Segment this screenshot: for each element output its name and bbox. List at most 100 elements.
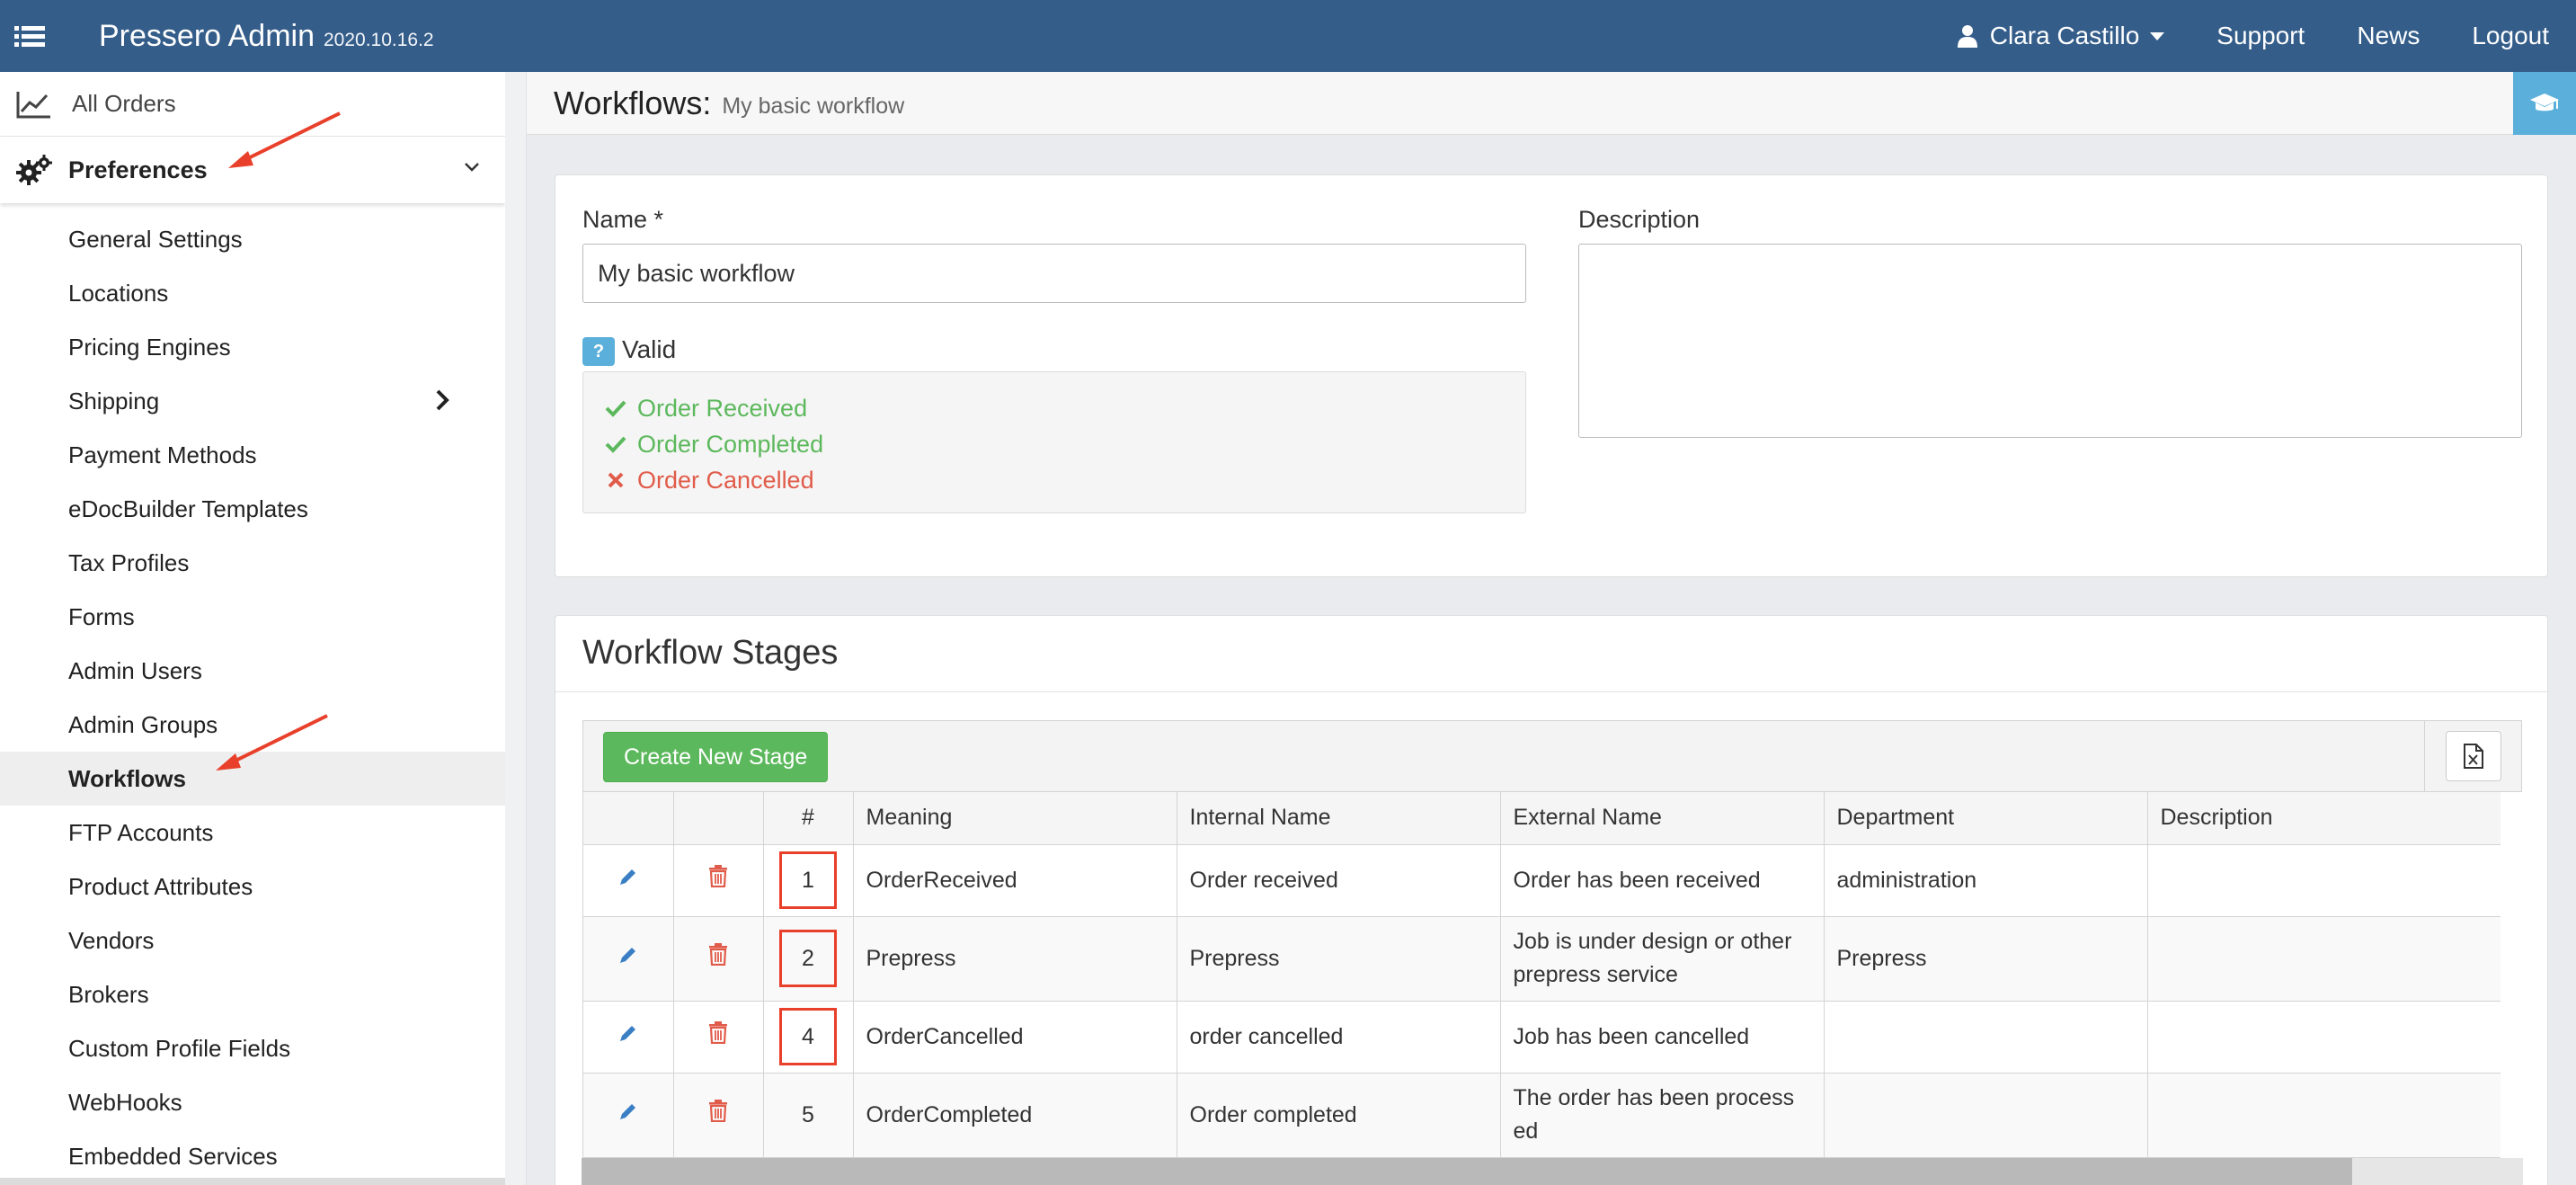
stage-description: [2147, 1073, 2500, 1158]
export-wrap: [2424, 721, 2521, 791]
stage-department: [1824, 1073, 2148, 1158]
caret-down-icon: [2150, 31, 2165, 40]
description-label: Description: [1578, 206, 1701, 233]
col-internal-name[interactable]: Internal Name: [1177, 792, 1501, 845]
preferences-submenu: General Settings Locations Pricing Engin…: [0, 203, 505, 1183]
delete-button[interactable]: [673, 1001, 764, 1074]
stage-number: 5: [802, 1101, 814, 1127]
line-chart-icon: [16, 91, 50, 118]
table-row: 5 OrderCompleted Order completed The ord…: [583, 1073, 2500, 1158]
sidebar-item-all-orders[interactable]: All Orders: [0, 72, 505, 137]
edit-button[interactable]: [583, 844, 674, 917]
page-header: Workflows: My basic workflow: [527, 72, 2576, 135]
valid-help-badge[interactable]: ?: [582, 337, 615, 366]
sidebar-gutter: [505, 72, 527, 1185]
support-link[interactable]: Support: [2216, 22, 2305, 50]
stages-toolbar: Create New Stage: [582, 720, 2522, 792]
validation-checklist: Order Received Order Completed Order Can…: [582, 371, 1526, 513]
user-icon: [1957, 25, 1977, 48]
col-num[interactable]: #: [763, 792, 854, 845]
col-description[interactable]: Description: [2147, 792, 2500, 845]
help-button[interactable]: [2513, 72, 2576, 135]
table-horizontal-scrollbar[interactable]: [582, 1158, 2523, 1185]
table-row: 2 Prepress Prepress Job is under design …: [583, 916, 2500, 1002]
user-name: Clara Castillo: [1989, 22, 2140, 49]
stage-description: [2147, 916, 2500, 1002]
export-excel-button[interactable]: [2445, 731, 2501, 781]
sidebar-item-edocbuilder-templates[interactable]: eDocBuilder Templates: [0, 482, 505, 536]
stage-number: 4: [779, 1008, 837, 1065]
check-label: Order Cancelled: [637, 466, 814, 494]
edit-button[interactable]: [583, 1073, 674, 1158]
name-input[interactable]: My basic workflow: [582, 244, 1526, 303]
graduation-cap-icon: [2530, 94, 2559, 111]
trash-icon: [709, 1099, 727, 1122]
sidebar-item-ftp-accounts[interactable]: FTP Accounts: [0, 806, 505, 860]
name-label: Name *: [582, 206, 664, 233]
stage-department: [1824, 1001, 2148, 1074]
create-new-stage-button[interactable]: Create New Stage: [603, 732, 829, 782]
stage-meaning: OrderCompleted: [853, 1073, 1177, 1158]
stage-external-name: Job has been cancelled: [1500, 1001, 1825, 1074]
sidebar-item-label: Shipping: [68, 387, 160, 414]
check-order-cancelled: Order Cancelled: [605, 462, 1525, 498]
stage-department: Prepress: [1824, 916, 2148, 1002]
table-row: 1 OrderReceived Order received Order has…: [583, 844, 2500, 917]
sidebar-item-custom-profile-fields[interactable]: Custom Profile Fields: [0, 1021, 505, 1075]
check-icon: [605, 400, 626, 417]
col-department[interactable]: Department: [1824, 792, 2148, 845]
logout-link[interactable]: Logout: [2472, 22, 2549, 50]
stages-title: Workflow Stages: [582, 634, 839, 672]
sidebar-item-vendors[interactable]: Vendors: [0, 913, 505, 967]
page-subtitle: My basic workflow: [722, 94, 905, 119]
delete-button[interactable]: [673, 1073, 764, 1158]
delete-button[interactable]: [673, 916, 764, 1002]
app-version: 2020.10.16.2: [324, 29, 434, 50]
stages-table: # Meaning Internal Name External Name De…: [583, 792, 2500, 1158]
sidebar-item-admin-groups[interactable]: Admin Groups: [0, 698, 505, 752]
sidebar-section-preferences[interactable]: Preferences: [0, 137, 505, 203]
stage-internal-name: Order received: [1177, 844, 1501, 917]
stage-number: 2: [779, 930, 837, 987]
sidebar-item-forms[interactable]: Forms: [0, 590, 505, 644]
sidebar-item-locations[interactable]: Locations: [0, 266, 505, 320]
sidebar-item-tax-profiles[interactable]: Tax Profiles: [0, 536, 505, 590]
brand[interactable]: Pressero Admin 2020.10.16.2: [99, 19, 434, 54]
col-meaning[interactable]: Meaning: [853, 792, 1177, 845]
sidebar-item-brokers[interactable]: Brokers: [0, 967, 505, 1021]
trash-icon: [709, 864, 727, 887]
news-link[interactable]: News: [2357, 22, 2420, 50]
stage-number: 1: [779, 851, 837, 909]
col-external-name[interactable]: External Name: [1500, 792, 1825, 845]
app-name: Pressero Admin: [99, 18, 315, 53]
pencil-icon: [619, 1025, 635, 1041]
sidebar-item-workflows[interactable]: Workflows: [0, 752, 505, 806]
scrollbar-thumb[interactable]: [582, 1158, 2352, 1185]
delete-button[interactable]: [673, 844, 764, 917]
edit-button[interactable]: [583, 916, 674, 1002]
table-row: 4 OrderCancelled order cancelled Job has…: [583, 1001, 2500, 1074]
sidebar-scroll-edge: [0, 1178, 505, 1185]
stage-description: [2147, 844, 2500, 917]
check-icon: [605, 436, 626, 453]
sidebar-item-payment-methods[interactable]: Payment Methods: [0, 428, 505, 482]
sidebar-item-general-settings[interactable]: General Settings: [0, 212, 505, 266]
user-menu[interactable]: Clara Castillo: [1957, 22, 2165, 50]
menu-toggle-icon[interactable]: [0, 0, 59, 72]
sidebar-item-webhooks[interactable]: WebHooks: [0, 1075, 505, 1129]
sidebar-item-product-attributes[interactable]: Product Attributes: [0, 860, 505, 913]
pencil-icon: [619, 947, 635, 963]
sidebar-item-shipping[interactable]: Shipping: [0, 374, 505, 428]
edit-button[interactable]: [583, 1001, 674, 1074]
stage-internal-name: Prepress: [1177, 916, 1501, 1002]
divider: [555, 691, 2547, 692]
description-textarea[interactable]: [1578, 244, 2522, 438]
stage-external-name: The order has been process ed: [1500, 1073, 1825, 1158]
sidebar-item-embedded-services[interactable]: Embedded Services: [0, 1129, 505, 1183]
pencil-icon: [619, 869, 635, 885]
sidebar-item-pricing-engines[interactable]: Pricing Engines: [0, 320, 505, 374]
stage-internal-name: order cancelled: [1177, 1001, 1501, 1074]
stage-description: [2147, 1001, 2500, 1074]
gears-icon: [16, 155, 52, 185]
sidebar-item-admin-users[interactable]: Admin Users: [0, 644, 505, 698]
